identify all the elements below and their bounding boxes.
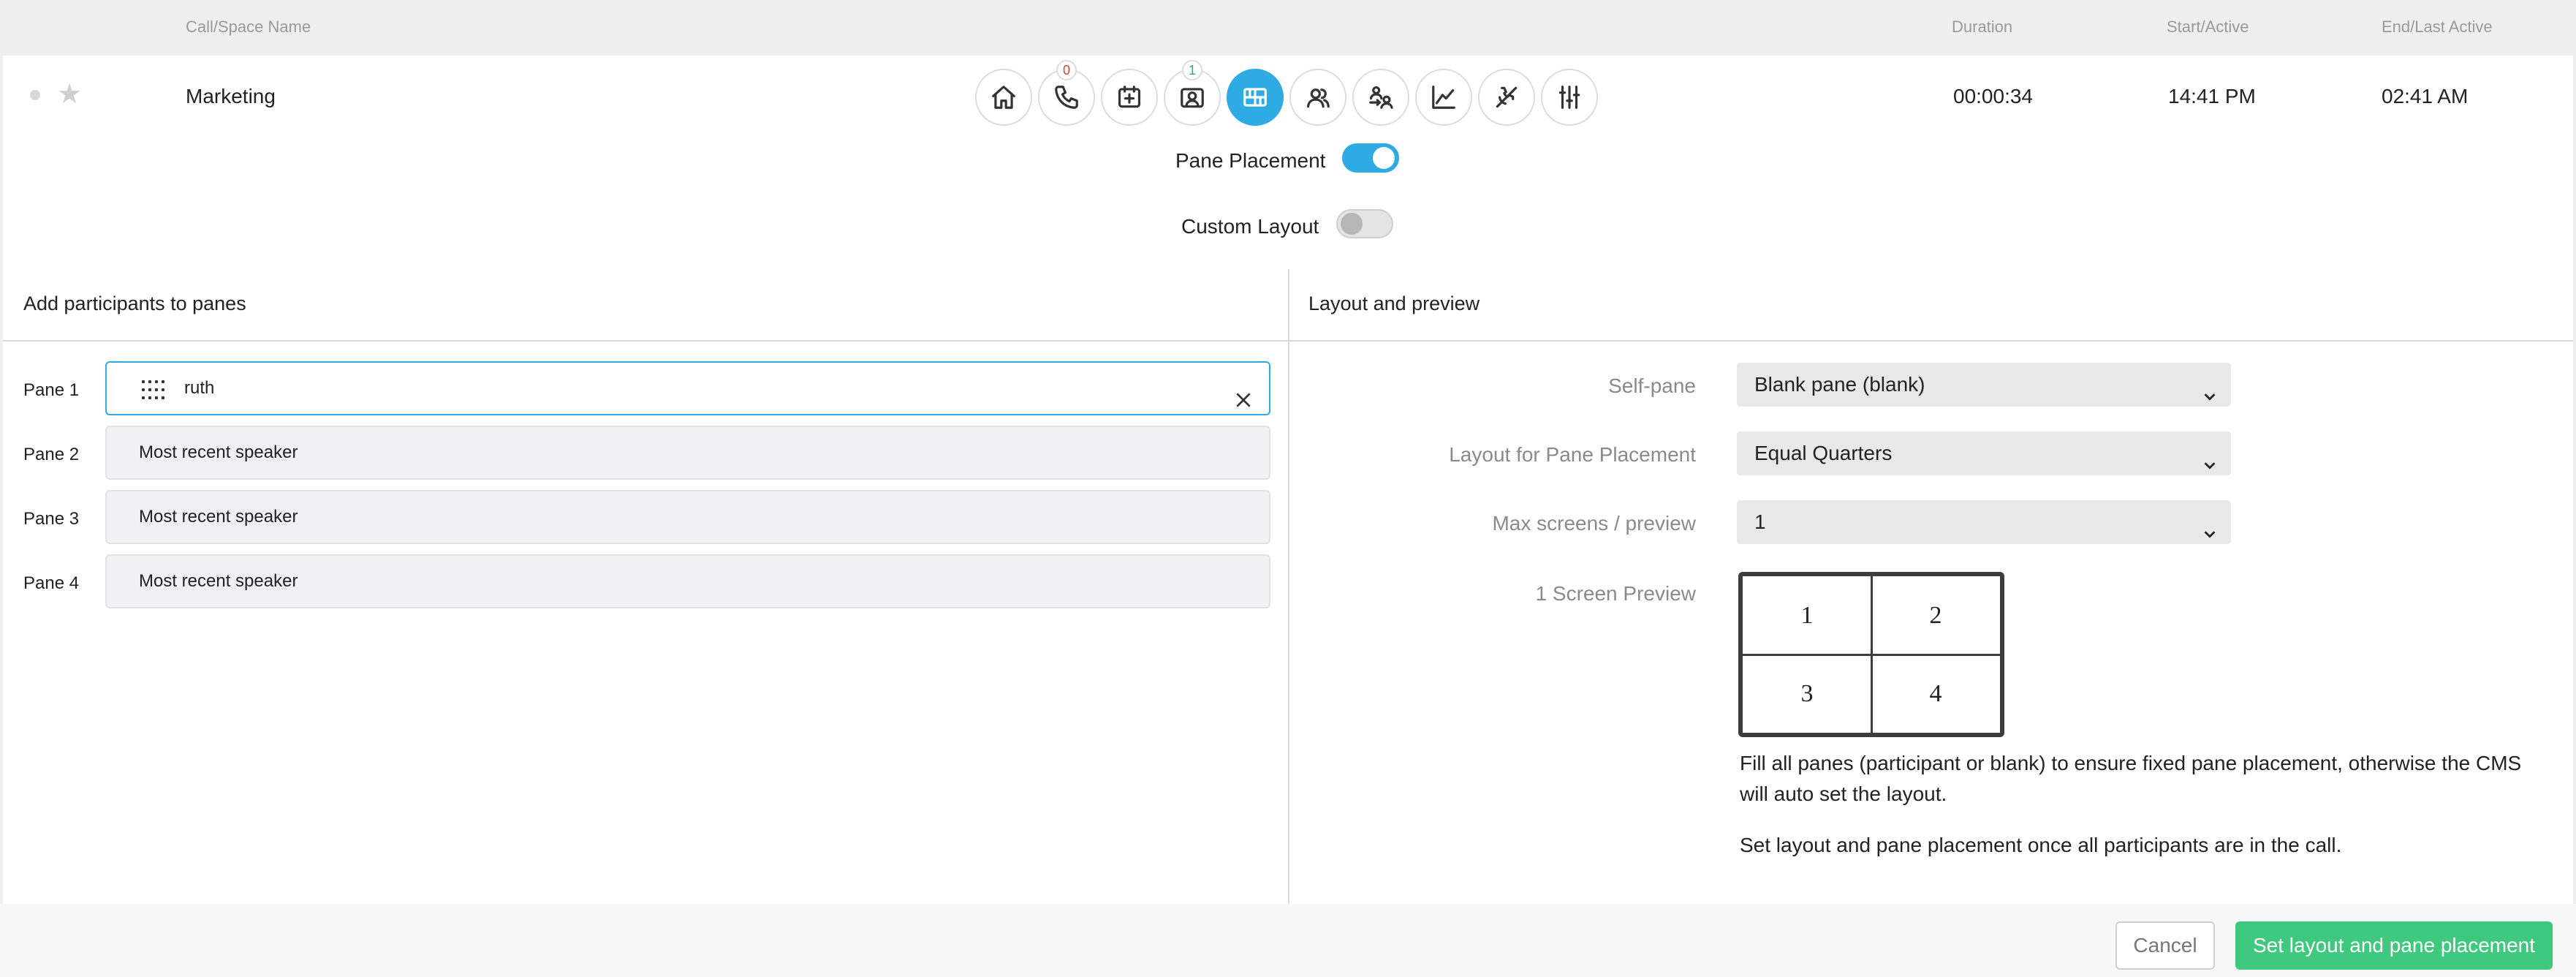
home-icon[interactable] <box>975 69 1032 126</box>
max-screens-value: 1 <box>1754 510 1766 533</box>
cancel-button[interactable]: Cancel <box>2115 921 2215 970</box>
right-panel-title: Layout and preview <box>1308 293 1480 314</box>
pane-2-label: Pane 2 <box>23 445 80 464</box>
max-screens-select[interactable]: 1 <box>1737 500 2231 544</box>
layout-select[interactable]: Equal Quarters <box>1737 431 2231 475</box>
pane-4-value: Most recent speaker <box>139 571 298 591</box>
preview-cell: 4 <box>1929 679 1942 707</box>
set-layout-button[interactable]: Set layout and pane placement <box>2235 921 2553 970</box>
pane-2-input[interactable]: Most recent speaker <box>105 426 1270 480</box>
pane-3-value: Most recent speaker <box>139 507 298 527</box>
column-header-start: Start/Active <box>2167 18 2249 36</box>
pane-1-input[interactable]: ruth <box>105 361 1270 415</box>
pane-4-label: Pane 4 <box>23 573 80 593</box>
toggle-knob <box>1341 213 1363 235</box>
self-pane-label: Self-pane <box>1608 374 1696 397</box>
custom-layout-label: Custom Layout <box>1181 215 1319 238</box>
pane-1-label: Pane 1 <box>23 380 80 400</box>
chart-icon[interactable] <box>1415 69 1472 126</box>
status-dot-icon <box>30 90 40 100</box>
pane-3-input[interactable]: Most recent speaker <box>105 490 1270 544</box>
call-duration: 00:00:34 <box>1953 85 2033 107</box>
preview-cell: 1 <box>1800 601 1814 629</box>
users-icon[interactable] <box>1289 69 1346 126</box>
pane-3-label: Pane 3 <box>23 509 80 529</box>
column-header-duration: Duration <box>1952 18 2013 36</box>
preview-divider <box>1743 654 2000 656</box>
pane-4-input[interactable]: Most recent speaker <box>105 554 1270 608</box>
footer-bar: Cancel Set layout and pane placement <box>0 904 2576 977</box>
sliders-icon[interactable] <box>1541 69 1598 126</box>
call-name: Marketing <box>186 85 276 107</box>
self-pane-value: Blank pane (blank) <box>1754 373 1925 396</box>
mute-icon[interactable] <box>1478 69 1535 126</box>
column-header-name: Call/Space Name <box>186 18 311 36</box>
left-panel-title: Add participants to panes <box>23 293 246 314</box>
help-text-timing: Set layout and pane placement once all p… <box>1740 834 2342 856</box>
call-detail-card: ★ Marketing 00:00:34 14:41 PM 02:41 AM 0… <box>3 56 2573 904</box>
calendar-add-icon[interactable] <box>1101 69 1158 126</box>
participant-badge: 1 <box>1182 60 1202 80</box>
pane-2-value: Most recent speaker <box>139 442 298 462</box>
layout-label: Layout for Pane Placement <box>1449 443 1696 466</box>
layout-value: Equal Quarters <box>1754 442 1893 464</box>
chevron-down-icon <box>2202 513 2218 538</box>
drag-grid-icon[interactable] <box>142 380 164 399</box>
clear-icon[interactable] <box>1234 379 1253 407</box>
participant-icon[interactable]: 1 <box>1164 60 1221 126</box>
self-pane-select[interactable]: Blank pane (blank) <box>1737 363 2231 407</box>
toggle-knob <box>1373 147 1395 169</box>
pane-placement-toggle[interactable] <box>1342 143 1399 173</box>
chevron-down-icon <box>2202 445 2218 469</box>
preview-cell: 2 <box>1929 601 1942 629</box>
panel-header-divider <box>3 340 2573 342</box>
chevron-down-icon <box>2202 376 2218 401</box>
screen-preview: 1 2 3 4 <box>1738 572 2004 737</box>
column-header-end: End/Last Active <box>2382 18 2493 36</box>
pane-1-value: ruth <box>184 378 215 398</box>
preview-cell: 3 <box>1800 679 1814 707</box>
custom-layout-toggle[interactable] <box>1336 209 1393 238</box>
preview-label: 1 Screen Preview <box>1535 582 1696 605</box>
transfer-icon[interactable] <box>1352 69 1409 126</box>
help-text-fixed-placement: Fill all panes (participant or blank) to… <box>1740 752 2522 805</box>
phone-badge: 0 <box>1056 60 1077 80</box>
pane-placement-label: Pane Placement <box>1175 149 1326 172</box>
column-header-row: Call/Space Name Duration Start/Active En… <box>0 0 2576 54</box>
max-screens-label: Max screens / preview <box>1492 512 1696 535</box>
call-start: 14:41 PM <box>2168 85 2256 107</box>
call-end: 02:41 AM <box>2382 85 2469 107</box>
phone-icon[interactable]: 0 <box>1038 60 1095 126</box>
favorite-star-icon[interactable]: ★ <box>57 80 82 108</box>
layout-icon[interactable] <box>1227 69 1284 126</box>
